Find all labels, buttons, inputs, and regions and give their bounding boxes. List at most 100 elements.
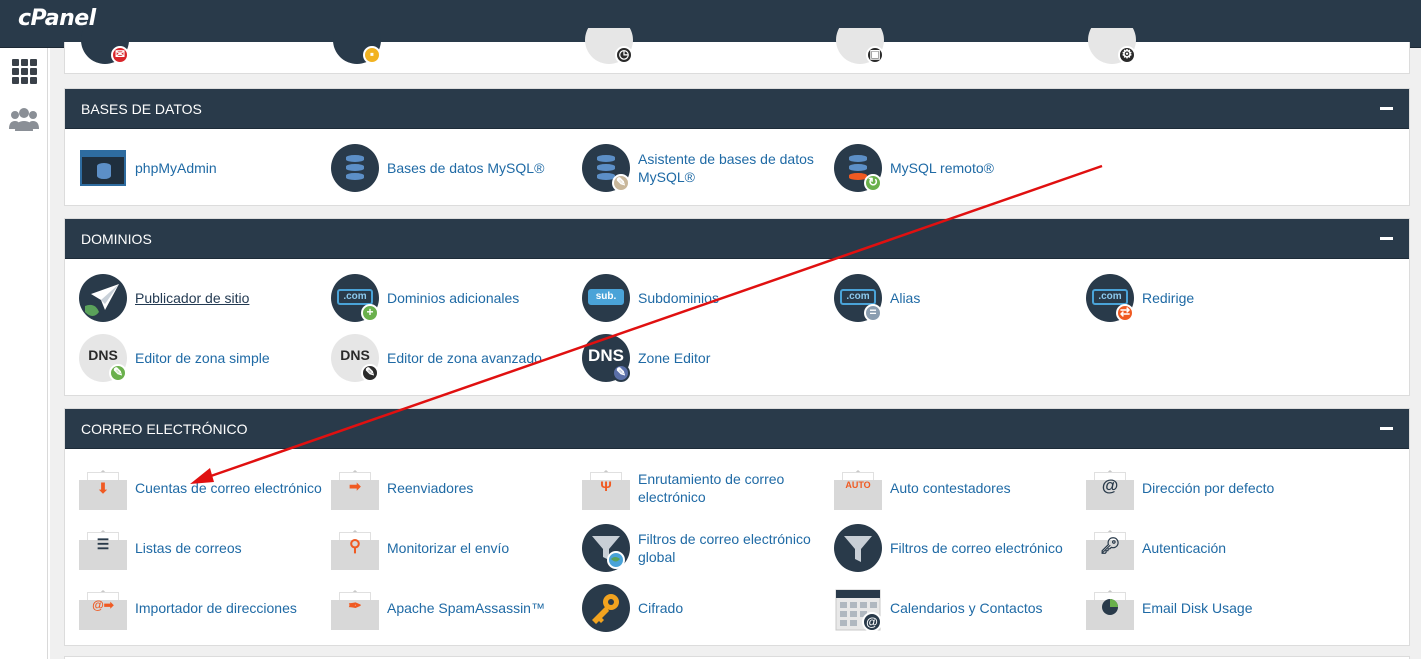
alias-icon: .com = bbox=[834, 274, 882, 322]
item-label: Alias bbox=[890, 290, 921, 306]
item-simple-zone-editor[interactable]: DNS ✎ Editor de zona simple bbox=[79, 333, 327, 383]
mysql-wizard-icon: ✎ bbox=[582, 144, 630, 192]
apps-grid-icon[interactable] bbox=[9, 56, 39, 86]
item-global-email-filters[interactable]: Filtros de correo electrónico global bbox=[582, 523, 830, 573]
section-header[interactable]: CORREO ELECTRÓNICO bbox=[65, 409, 1409, 449]
item-label: Cuentas de correo electrónico bbox=[135, 480, 322, 496]
section-header[interactable]: DOMINIOS bbox=[65, 219, 1409, 259]
item-email-accounts[interactable]: ⬇ Cuentas de correo electrónico bbox=[79, 463, 327, 513]
track-delivery-icon: ⚲ bbox=[331, 524, 379, 572]
item-mysql-wizard[interactable]: ✎ Asistente de bases de datos MySQL® bbox=[582, 143, 830, 193]
section-title: BASES DE DATOS bbox=[81, 101, 202, 117]
subdomains-icon: sub. bbox=[582, 274, 630, 322]
phpmyadmin-icon bbox=[79, 144, 127, 192]
forwarders-icon: ➡ bbox=[331, 464, 379, 512]
item-label[interactable]: Publicador de sitio bbox=[135, 289, 327, 307]
collapse-icon[interactable] bbox=[1380, 427, 1393, 430]
item-advanced-zone-editor[interactable]: DNS ✎ Editor de zona avanzado bbox=[331, 333, 579, 383]
item-label: Bases de datos MySQL® bbox=[387, 160, 545, 176]
item-label: Subdominios bbox=[638, 290, 719, 306]
item-autoresponders[interactable]: AUTO Auto contestadores bbox=[834, 463, 1082, 513]
item-label: Editor de zona avanzado bbox=[387, 350, 542, 366]
item-label: Redirige bbox=[1142, 290, 1195, 306]
item-spamassassin[interactable]: ✒ Apache SpamAssassin™ bbox=[331, 583, 579, 633]
item-label: Cifrado bbox=[638, 600, 684, 616]
item-label: Calendarios y Contactos bbox=[890, 600, 1043, 616]
addon-domains-icon: .com + bbox=[331, 274, 379, 322]
cropped-icon[interactable]: ⚙ bbox=[1088, 28, 1136, 66]
mysql-database-icon bbox=[331, 144, 379, 192]
item-label: Filtros de correo electrónico global bbox=[638, 531, 811, 565]
item-subdomains[interactable]: sub. Subdominios bbox=[582, 273, 830, 323]
item-addon-domains[interactable]: .com + Dominios adicionales bbox=[331, 273, 579, 323]
top-header: cPanel bbox=[0, 0, 1421, 48]
email-filters-icon bbox=[834, 524, 882, 572]
item-track-delivery[interactable]: ⚲ Monitorizar el envío bbox=[331, 523, 579, 573]
encryption-icon bbox=[582, 584, 630, 632]
item-calendars-contacts[interactable]: @ Calendarios y Contactos bbox=[834, 583, 1082, 633]
calendars-contacts-icon: @ bbox=[834, 584, 882, 632]
databases-section: BASES DE DATOS phpMyAdmin Bases de datos… bbox=[64, 88, 1410, 206]
item-remote-mysql[interactable]: ↻ MySQL remoto® bbox=[834, 143, 1082, 193]
item-phpmyadmin[interactable]: phpMyAdmin bbox=[79, 143, 327, 193]
item-label: Dirección por defecto bbox=[1142, 480, 1275, 496]
cropped-icon[interactable]: ▪ bbox=[333, 28, 381, 66]
email-accounts-icon: ⬇ bbox=[79, 464, 127, 512]
cropped-icon[interactable]: ✉ bbox=[81, 28, 129, 66]
email-disk-usage-icon bbox=[1086, 584, 1134, 632]
global-email-filters-icon bbox=[582, 524, 630, 572]
section-title: DOMINIOS bbox=[81, 231, 152, 247]
item-label: Monitorizar el envío bbox=[387, 540, 510, 556]
item-label: Apache SpamAssassin™ bbox=[387, 600, 545, 616]
autoresponders-icon: AUTO bbox=[834, 464, 882, 512]
email-routing-icon: Ψ bbox=[582, 464, 630, 512]
mailing-lists-icon: ☰ bbox=[79, 524, 127, 572]
item-mysql-databases[interactable]: Bases de datos MySQL® bbox=[331, 143, 579, 193]
zone-editor-icon: DNS ✎ bbox=[582, 334, 630, 382]
section-header[interactable]: BASES DE DATOS bbox=[65, 89, 1409, 129]
users-icon[interactable] bbox=[9, 104, 39, 134]
item-label: Zone Editor bbox=[638, 350, 711, 366]
item-site-publisher[interactable]: Publicador de sitio bbox=[79, 273, 327, 323]
item-label: Filtros de correo electrónico bbox=[890, 540, 1063, 556]
collapse-icon[interactable] bbox=[1380, 107, 1393, 110]
main-content: ✉ ▪ ◷ ▣ ⚙ BASES DE DATOS phpMyAdmin Base… bbox=[50, 28, 1421, 659]
left-sidebar bbox=[0, 48, 48, 659]
cropped-icon[interactable]: ◷ bbox=[585, 28, 633, 66]
cropped-icon[interactable]: ▣ bbox=[836, 28, 884, 66]
section-title: CORREO ELECTRÓNICO bbox=[81, 421, 248, 437]
item-alias[interactable]: .com = Alias bbox=[834, 273, 1082, 323]
domains-section: DOMINIOS Publicador de sitio .com + Domin… bbox=[64, 218, 1410, 396]
item-zone-editor[interactable]: DNS ✎ Zone Editor bbox=[582, 333, 830, 383]
item-label: Autenticación bbox=[1142, 540, 1227, 556]
item-email-routing[interactable]: Ψ Enrutamiento de correo electrónico bbox=[582, 463, 830, 513]
collapse-icon[interactable] bbox=[1380, 237, 1393, 240]
item-redirects[interactable]: .com ⇄ Redirige bbox=[1086, 273, 1334, 323]
email-section: CORREO ELECTRÓNICO ⬇ Cuentas de correo e… bbox=[64, 408, 1410, 646]
item-default-address[interactable]: @ Dirección por defecto bbox=[1086, 463, 1334, 513]
item-label: Importador de direcciones bbox=[135, 600, 297, 616]
simple-zone-editor-icon: DNS ✎ bbox=[79, 334, 127, 382]
item-authentication[interactable]: 🔑︎ Autenticación bbox=[1086, 523, 1334, 573]
remote-mysql-icon: ↻ bbox=[834, 144, 882, 192]
item-encryption[interactable]: Cifrado bbox=[582, 583, 830, 633]
item-address-importer[interactable]: @➡ Importador de direcciones bbox=[79, 583, 327, 633]
item-label: Enrutamiento de correo electrónico bbox=[638, 471, 785, 505]
previous-section-remnant: ✉ ▪ ◷ ▣ ⚙ bbox=[64, 28, 1410, 74]
spamassassin-icon: ✒ bbox=[331, 584, 379, 632]
item-label: Listas de correos bbox=[135, 540, 242, 556]
item-label: Email Disk Usage bbox=[1142, 600, 1253, 616]
item-email-filters[interactable]: Filtros de correo electrónico bbox=[834, 523, 1082, 573]
item-email-disk-usage[interactable]: Email Disk Usage bbox=[1086, 583, 1334, 633]
item-label: Asistente de bases de datos MySQL® bbox=[638, 151, 814, 185]
redirects-icon: .com ⇄ bbox=[1086, 274, 1134, 322]
svg-text:@: @ bbox=[866, 615, 878, 629]
address-importer-icon: @➡ bbox=[79, 584, 127, 632]
item-forwarders[interactable]: ➡ Reenviadores bbox=[331, 463, 579, 513]
authentication-icon: 🔑︎ bbox=[1086, 524, 1134, 572]
item-label: MySQL remoto® bbox=[890, 160, 994, 176]
default-address-icon: @ bbox=[1086, 464, 1134, 512]
item-mailing-lists[interactable]: ☰ Listas de correos bbox=[79, 523, 327, 573]
item-label: Auto contestadores bbox=[890, 480, 1011, 496]
item-label: Editor de zona simple bbox=[135, 350, 270, 366]
